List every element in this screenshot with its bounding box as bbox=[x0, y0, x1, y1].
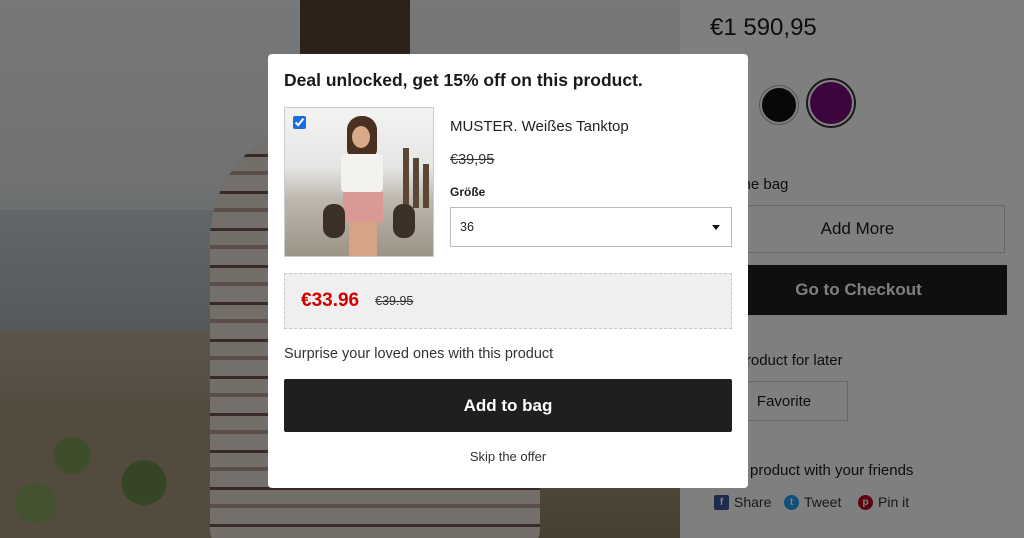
upsell-modal: Deal unlocked, get 15% off on this produ… bbox=[268, 54, 748, 488]
image-model bbox=[337, 116, 387, 256]
model-shorts bbox=[343, 192, 383, 222]
product-name: MUSTER. Weißes Tanktop bbox=[450, 118, 629, 135]
model-top bbox=[341, 154, 383, 192]
size-label: Größe bbox=[450, 185, 486, 199]
product-original-price: €39,95 bbox=[450, 152, 495, 168]
modal-title: Deal unlocked, get 15% off on this produ… bbox=[284, 70, 643, 90]
discounted-price: €33.96 bbox=[301, 290, 360, 311]
image-post bbox=[423, 164, 429, 208]
image-skateboard bbox=[393, 204, 415, 238]
model-face bbox=[352, 126, 370, 148]
image-skateboard bbox=[323, 204, 345, 238]
size-select[interactable]: 36 bbox=[450, 207, 732, 247]
select-product-checkbox[interactable] bbox=[293, 116, 306, 129]
image-post bbox=[403, 148, 409, 208]
model-legs bbox=[349, 222, 377, 256]
discount-price-box: €33.96 €39.95 bbox=[284, 273, 732, 329]
image-post bbox=[413, 158, 419, 208]
chevron-down-icon bbox=[712, 225, 720, 230]
struck-original-price: €39.95 bbox=[375, 294, 414, 308]
size-select-value: 36 bbox=[460, 220, 474, 234]
add-to-bag-button[interactable]: Add to bag bbox=[284, 379, 732, 432]
offer-message: Surprise your loved ones with this produ… bbox=[284, 346, 554, 362]
product-thumbnail bbox=[284, 107, 434, 257]
skip-offer-link[interactable]: Skip the offer bbox=[268, 449, 748, 464]
